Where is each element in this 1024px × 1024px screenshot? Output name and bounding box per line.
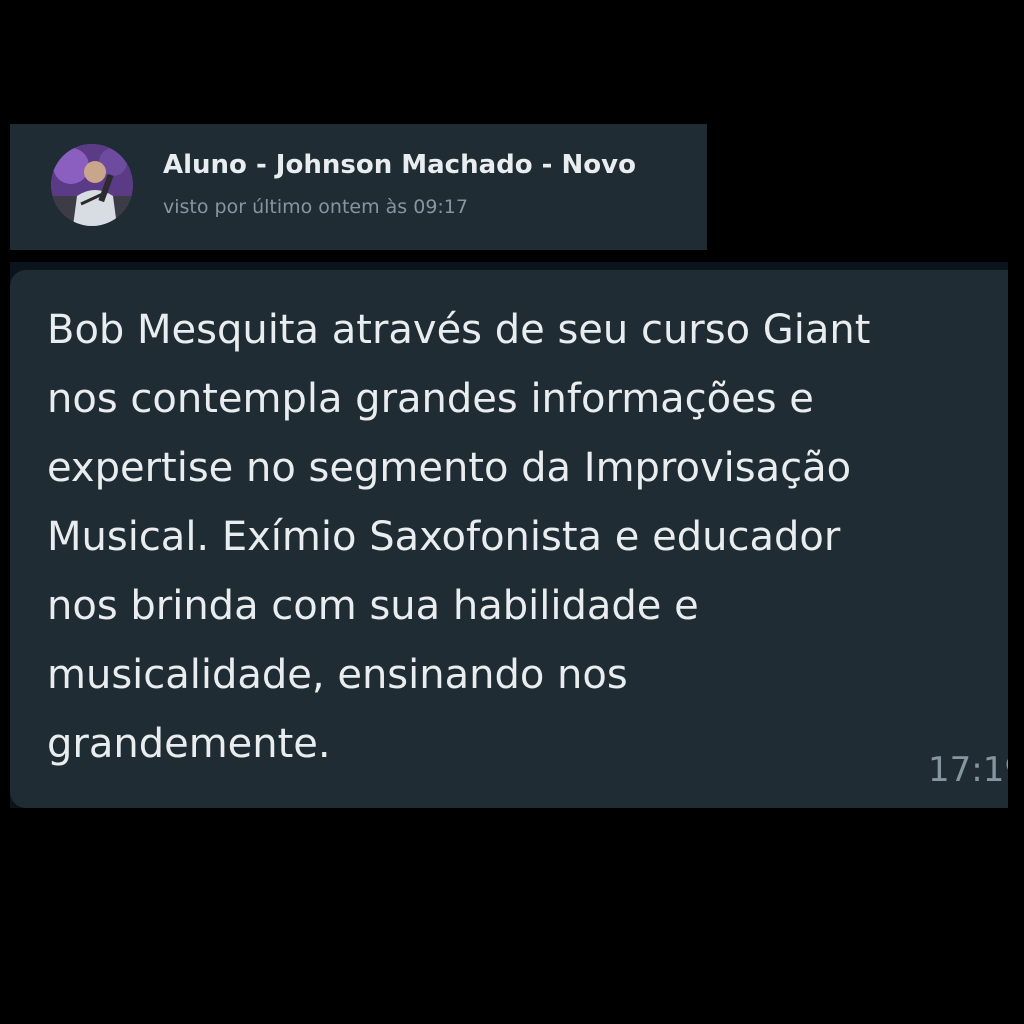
chat-area: Bob Mesquita através de seu curso Giant … [10, 262, 1008, 808]
message-timestamp: 17:19 [928, 750, 1008, 790]
avatar-photo-icon [51, 144, 133, 226]
message-bubble[interactable]: Bob Mesquita através de seu curso Giant … [10, 270, 1008, 808]
message-text: Bob Mesquita através de seu curso Giant … [47, 296, 1007, 779]
contact-name[interactable]: Aluno - Johnson Machado - Novo [163, 150, 636, 180]
last-seen-status: visto por último ontem às 09:17 [163, 196, 468, 218]
message-line: Musical. Exímio Saxofonista e educador [47, 514, 841, 560]
message-line: expertise no segmento da Improvisação [47, 445, 852, 491]
message-line: nos contempla grandes informações e [47, 376, 814, 422]
chat-header[interactable]: Aluno - Johnson Machado - Novo visto por… [10, 124, 707, 250]
message-line: Bob Mesquita através de seu curso Giant [47, 307, 871, 353]
message-line: grandemente. [47, 721, 331, 767]
screenshot-canvas: Aluno - Johnson Machado - Novo visto por… [0, 0, 1024, 1024]
contact-avatar[interactable] [51, 144, 133, 226]
message-line: nos brinda com sua habilidade e [47, 583, 699, 629]
message-line: musicalidade, ensinando nos [47, 652, 628, 698]
